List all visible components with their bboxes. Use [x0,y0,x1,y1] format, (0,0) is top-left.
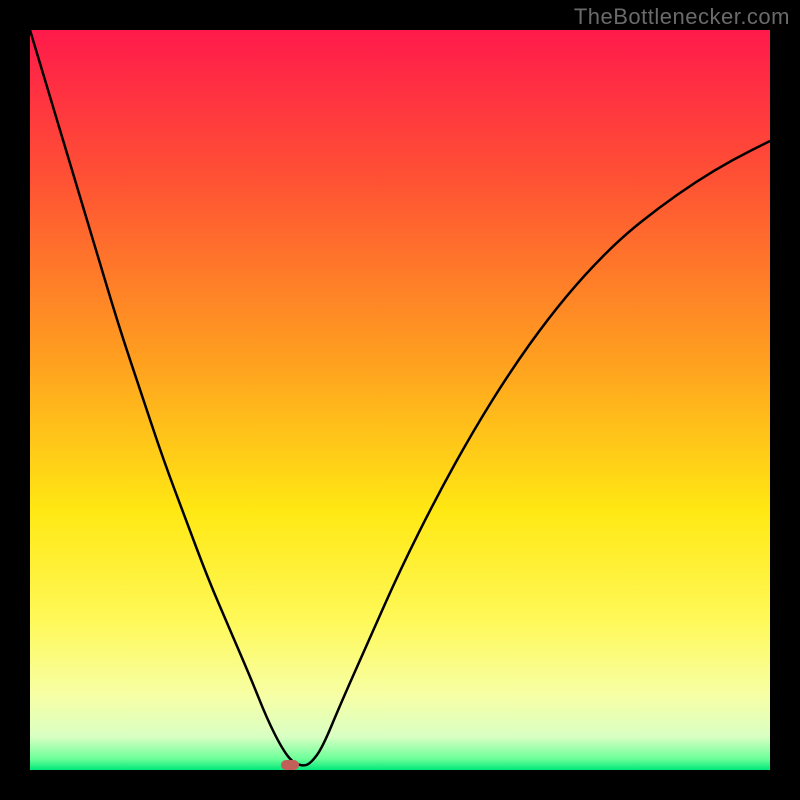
minimum-marker [281,760,299,770]
bottleneck-curve [30,30,770,770]
plot-area [30,30,770,770]
curve-path [30,30,770,765]
chart-frame: TheBottlenecker.com [0,0,800,800]
watermark-text: TheBottlenecker.com [574,4,790,30]
